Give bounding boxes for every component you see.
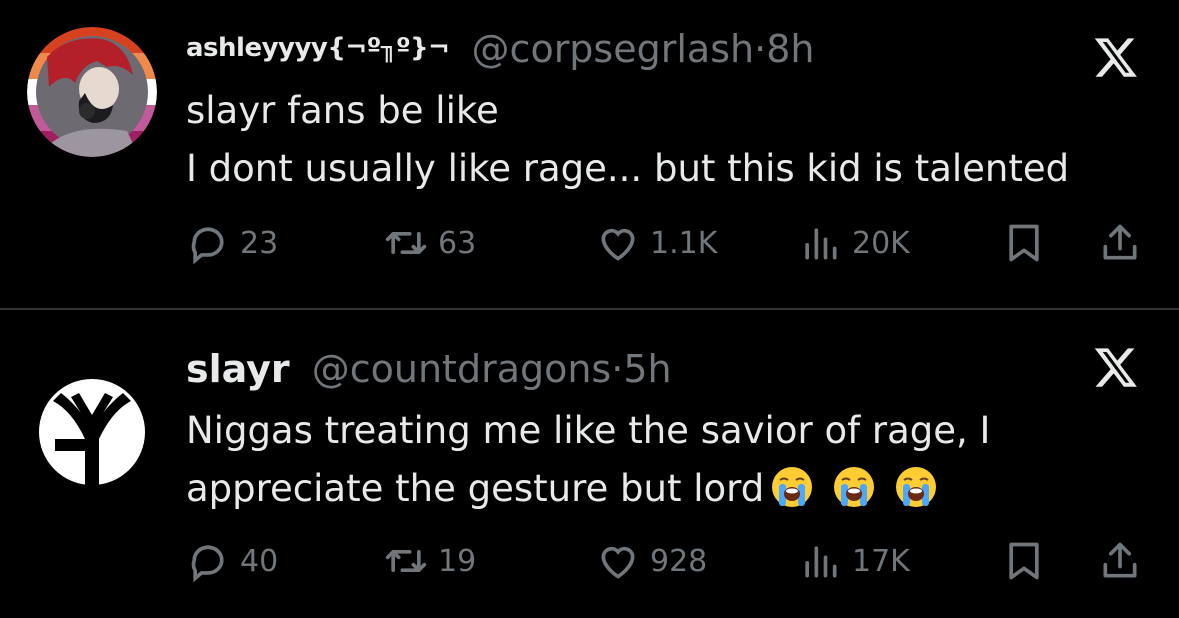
views-icon [805, 228, 837, 260]
x-logo-icon [1093, 34, 1139, 80]
tweet-line-with-emoji: appreciate the gesture but lord [186, 460, 990, 518]
repost-icon [385, 232, 427, 254]
like-icon [601, 546, 635, 579]
reply-button[interactable]: 23 [186, 218, 278, 268]
view-count: 20K [852, 225, 910, 261]
avatar[interactable] [27, 27, 157, 157]
reply-button[interactable]: 40 [186, 536, 278, 586]
tweet-1[interactable]: ashleyyyy{¬º╖º}¬ @corpsegrlash·8h slayr … [0, 0, 1179, 308]
reply-count: 40 [240, 543, 279, 579]
repost-icon [385, 550, 427, 572]
bookmark-button[interactable] [1002, 218, 1046, 268]
user-handle[interactable]: @corpsegrlash [472, 27, 755, 71]
loudly-crying-face-icon [896, 467, 937, 507]
loudly-crying-face-icon [772, 467, 813, 507]
avatar[interactable] [27, 367, 157, 497]
like-icon [601, 228, 635, 261]
tweet-text: Niggas treating me like the savior of ra… [186, 402, 990, 518]
x-logo-icon [1093, 344, 1139, 390]
separator-dot: · [611, 347, 624, 391]
loudly-crying-face-icon [834, 467, 875, 507]
tweet-line: Niggas treating me like the savior of ra… [186, 409, 991, 452]
bookmark-icon [1009, 542, 1039, 580]
display-name[interactable]: slayr [186, 347, 290, 391]
bookmark-icon [1009, 224, 1039, 262]
share-icon [1103, 542, 1137, 578]
separator-dot: · [754, 27, 767, 71]
tweet-text: slayr fans be like I dont usually like r… [186, 82, 1069, 198]
tweet-header: slayr @countdragons·5h [186, 350, 672, 388]
tweet-line: slayr fans be like [186, 89, 499, 132]
timestamp[interactable]: 5h [623, 347, 671, 391]
like-button[interactable]: 928 [596, 536, 707, 586]
tweet-line: I dont usually like rage... but this kid… [186, 147, 1070, 190]
bookmark-button[interactable] [1002, 536, 1046, 586]
action-bar: 40 19 928 17K [186, 536, 1146, 586]
reply-count: 23 [240, 225, 279, 261]
share-button[interactable] [1098, 536, 1142, 586]
reply-icon [191, 227, 224, 265]
view-count: 17K [852, 543, 910, 579]
action-bar: 23 63 1.1K 20K [186, 218, 1146, 268]
repost-button[interactable]: 19 [384, 536, 476, 586]
reply-icon [191, 545, 224, 583]
share-button[interactable] [1098, 218, 1142, 268]
display-name[interactable]: ashleyyyy{¬º╖º}¬ [186, 33, 450, 63]
like-button[interactable]: 1.1K [596, 218, 717, 268]
repost-count: 19 [438, 543, 477, 579]
like-count: 1.1K [650, 225, 718, 261]
views-icon [805, 546, 837, 578]
repost-button[interactable]: 63 [384, 218, 476, 268]
repost-count: 63 [438, 225, 477, 261]
share-icon [1103, 224, 1137, 260]
like-count: 928 [650, 543, 708, 579]
user-handle[interactable]: @countdragons [312, 347, 612, 391]
timestamp[interactable]: 8h [766, 27, 814, 71]
views-button[interactable]: 20K [798, 218, 910, 268]
tweet-line: appreciate the gesture but lord [186, 467, 765, 510]
views-button[interactable]: 17K [798, 536, 910, 586]
tweet-2[interactable]: slayr @countdragons·5h Niggas treating m… [0, 310, 1179, 618]
tweet-header: ashleyyyy{¬º╖º}¬ @corpsegrlash·8h [186, 30, 814, 68]
